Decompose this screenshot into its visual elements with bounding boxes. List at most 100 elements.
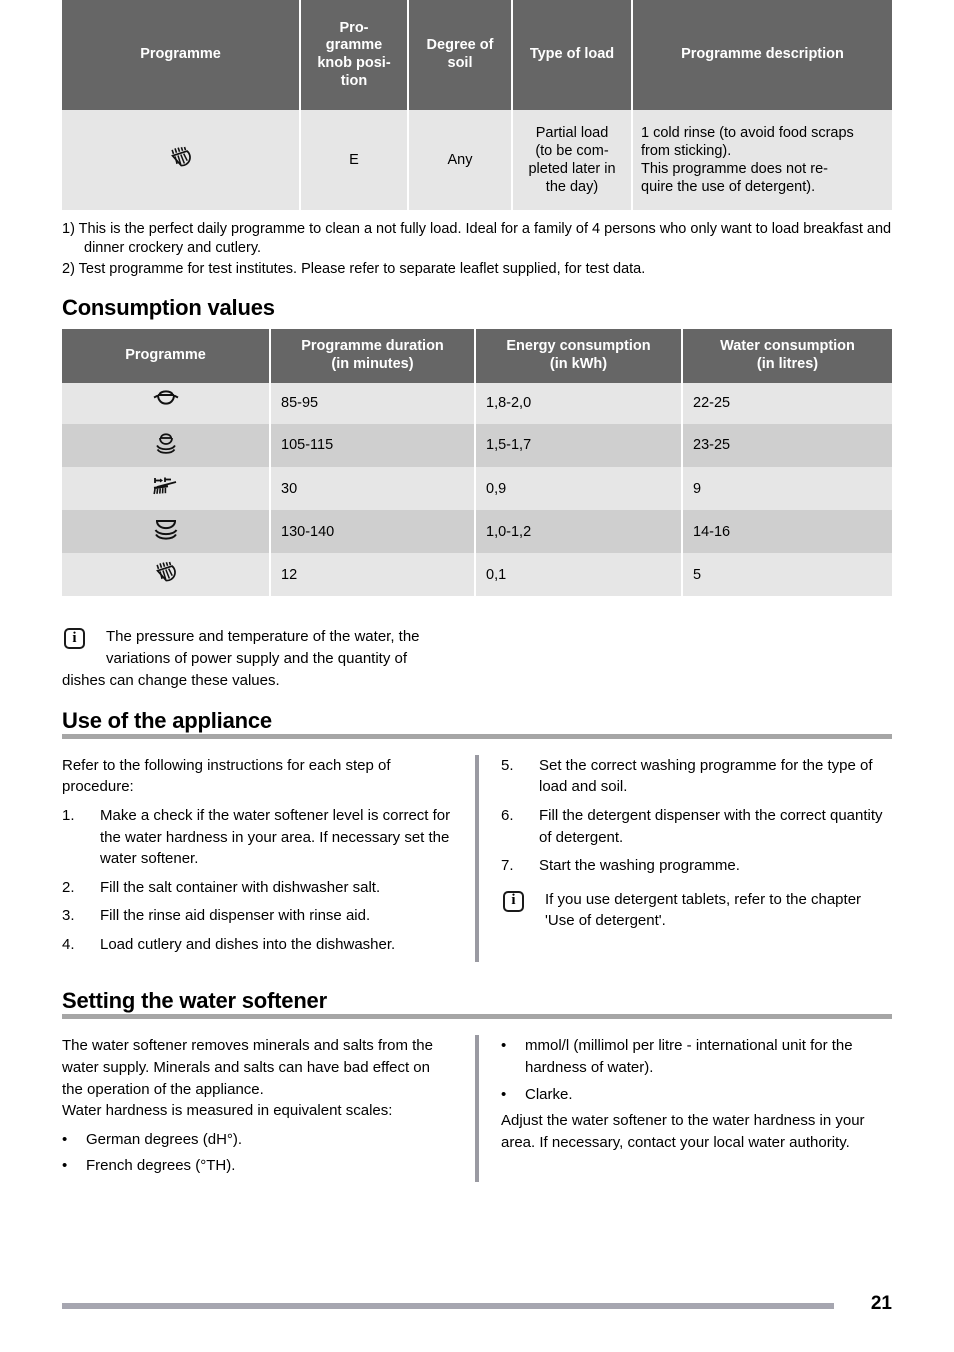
water-softener-title: Setting the water softener [62,988,327,1014]
water-softener-intro-1: The water softener removes minerals and … [62,1037,433,1098]
step-text: Set the correct washing programme for th… [539,756,873,796]
detergent-tablets-note-text: If you use detergent tablets, refer to t… [545,890,862,930]
load-line-4: the day) [545,179,599,196]
cell-programme-symbol [62,510,271,554]
cell-duration: 12 [270,553,476,597]
cell-programme-symbol [62,553,271,597]
cell-programme-symbol [62,110,301,210]
desc-line-1: 1 cold rinse (to avoid food scraps [641,124,854,141]
cell-energy: 0,1 [475,553,683,597]
list-item: 2. Fill the salt container with dishwashe… [62,877,453,899]
list-item: 6. Fill the detergent dispenser with the … [501,805,892,848]
water-softener-intro-2: Water hardness is measured in equivalent… [62,1102,393,1120]
cell-degree-of-soil: Any [408,110,513,210]
cell-energy: 1,8-2,0 [475,382,683,424]
rinse-spray-icon [166,142,196,177]
energy-line-2: (in kWh) [549,355,608,372]
programme-table: Programme Pro- gramme knob posi- tion De… [62,0,892,210]
cell-duration: 105-115 [270,423,476,468]
step-number: 6. [501,806,514,824]
page-number: 21 [870,1293,892,1314]
bullet-dot: • [501,1085,507,1103]
cell-duration: 85-95 [270,382,476,424]
bullet-text: mmol/l (millimol per litre - internation… [525,1037,853,1077]
bullet-text: Clarke. [525,1085,573,1103]
water-line-1: Water consumption [720,338,855,355]
water-softener-closing: Adjust the water softener to the water h… [501,1112,865,1151]
desc-line-3: This programme does not re- [641,161,828,177]
cell-energy: 1,0-1,2 [475,510,683,554]
water-softener-scales-right: • mmol/l (millimol per litre - internatio… [501,1035,892,1105]
col-header-programme-description-label: Programme description [681,46,844,63]
manual-page: Programme Pro- gramme knob posi- tion De… [0,0,954,1352]
col-header-programme-duration: Programme duration (in minutes) [270,328,476,383]
cell-water: 9 [682,467,892,511]
step-number: 1. [62,806,75,824]
rinse-spray-icon [150,557,182,592]
water-softener-left-column: The water softener removes minerals and … [62,1035,475,1182]
use-of-appliance-steps-right: 5. Set the correct washing programme for … [501,755,892,877]
table-row: 12 0,1 5 [62,553,892,597]
water-softener-right-column: • mmol/l (millimol per litre - internatio… [479,1035,892,1182]
step-text: Load cutlery and dishes into the dishwas… [100,935,396,953]
cell-water: 14-16 [682,510,892,554]
soil-line-2: soil [447,55,473,71]
col-header-programme: Programme [62,328,271,383]
list-item: 7. Start the washing programme. [501,855,892,877]
table-row: 130-140 1,0-1,2 14-16 [62,510,892,554]
step-text: Fill the rinse aid dispenser with rinse … [100,907,371,925]
cell-duration: 130-140 [270,510,476,554]
bullet-text: German degrees (dH°). [86,1130,243,1148]
step-number: 3. [62,907,75,925]
use-of-appliance-right-column: 5. Set the correct washing programme for … [479,755,892,963]
bullet-dot: • [501,1037,507,1055]
use-of-appliance-columns: Refer to the following instructions for … [62,754,892,963]
consumption-note-line-2: variations of power supply and the quant… [106,650,408,668]
list-item: • Clarke. [501,1084,892,1106]
use-of-appliance-steps-left: 1. Make a check if the water softener lev… [62,805,453,956]
knob-line-1: Pro- [339,19,369,36]
use-of-appliance-left-column: Refer to the following instructions for … [62,755,475,963]
list-item: 1. Make a check if the water softener lev… [62,805,453,870]
knob-line-3: knob posi- [317,55,391,71]
cell-knob-position: E [300,110,409,210]
col-header-knob-position: Pro- gramme knob posi- tion [300,0,409,110]
cell-programme-symbol [62,423,271,468]
info-icon [64,628,85,656]
col-header-type-of-load-label: Type of load [529,46,615,63]
pot-plates-icon [149,428,183,463]
water-line-2: (in litres) [756,355,819,372]
cell-programme-symbol [62,382,271,424]
step-text: Fill the salt container with dishwasher … [100,878,381,896]
table-header-row: Programme Pro- gramme knob posi- tion De… [62,0,892,110]
knob-line-4: tion [340,72,368,89]
table-row: E Any Partial load (to be com- pleted la… [62,110,892,210]
use-of-appliance-title: Use of the appliance [62,707,272,733]
info-icon [503,890,524,919]
consumption-note: The pressure and temperature of the wate… [62,626,892,691]
section-rule [62,733,892,739]
col-header-type-of-load: Type of load [512,0,633,110]
table-row: 30 0,9 9 [62,467,892,511]
desc-line-2: from sticking). [641,142,732,159]
list-item: • mmol/l (millimol per litre - internatio… [501,1035,892,1078]
footnotes: 1) This is the perfect daily programme t… [62,220,892,279]
list-item: 5. Set the correct washing programme for … [501,755,892,798]
table-row: 85-95 1,8-2,0 22-25 [62,382,892,424]
col-header-programme-label: Programme [140,46,221,63]
cell-energy: 1,5-1,7 [475,423,683,468]
step-text: Fill the detergent dispenser with the co… [539,806,883,846]
list-item: • French degrees (°TH). [62,1155,453,1177]
energy-line-1: Energy consumption [506,338,651,355]
cell-energy: 0,9 [475,467,683,511]
cell-water: 5 [682,553,892,597]
duration-line-2: (in minutes) [331,355,414,372]
detergent-tablets-note: If you use detergent tablets, refer to t… [501,889,892,933]
water-softener-scales-left: • German degrees (dH°). • French degrees (… [62,1129,453,1177]
duration-line-1: Programme duration [301,338,444,355]
step-number: 7. [501,857,514,875]
step-text: Make a check if the water softener level… [100,806,451,868]
load-line-3: pleted later in [528,161,616,177]
consumption-note-line-3: dishes can change these values. [62,671,280,689]
table-row: 105-115 1,5-1,7 23-25 [62,423,892,468]
